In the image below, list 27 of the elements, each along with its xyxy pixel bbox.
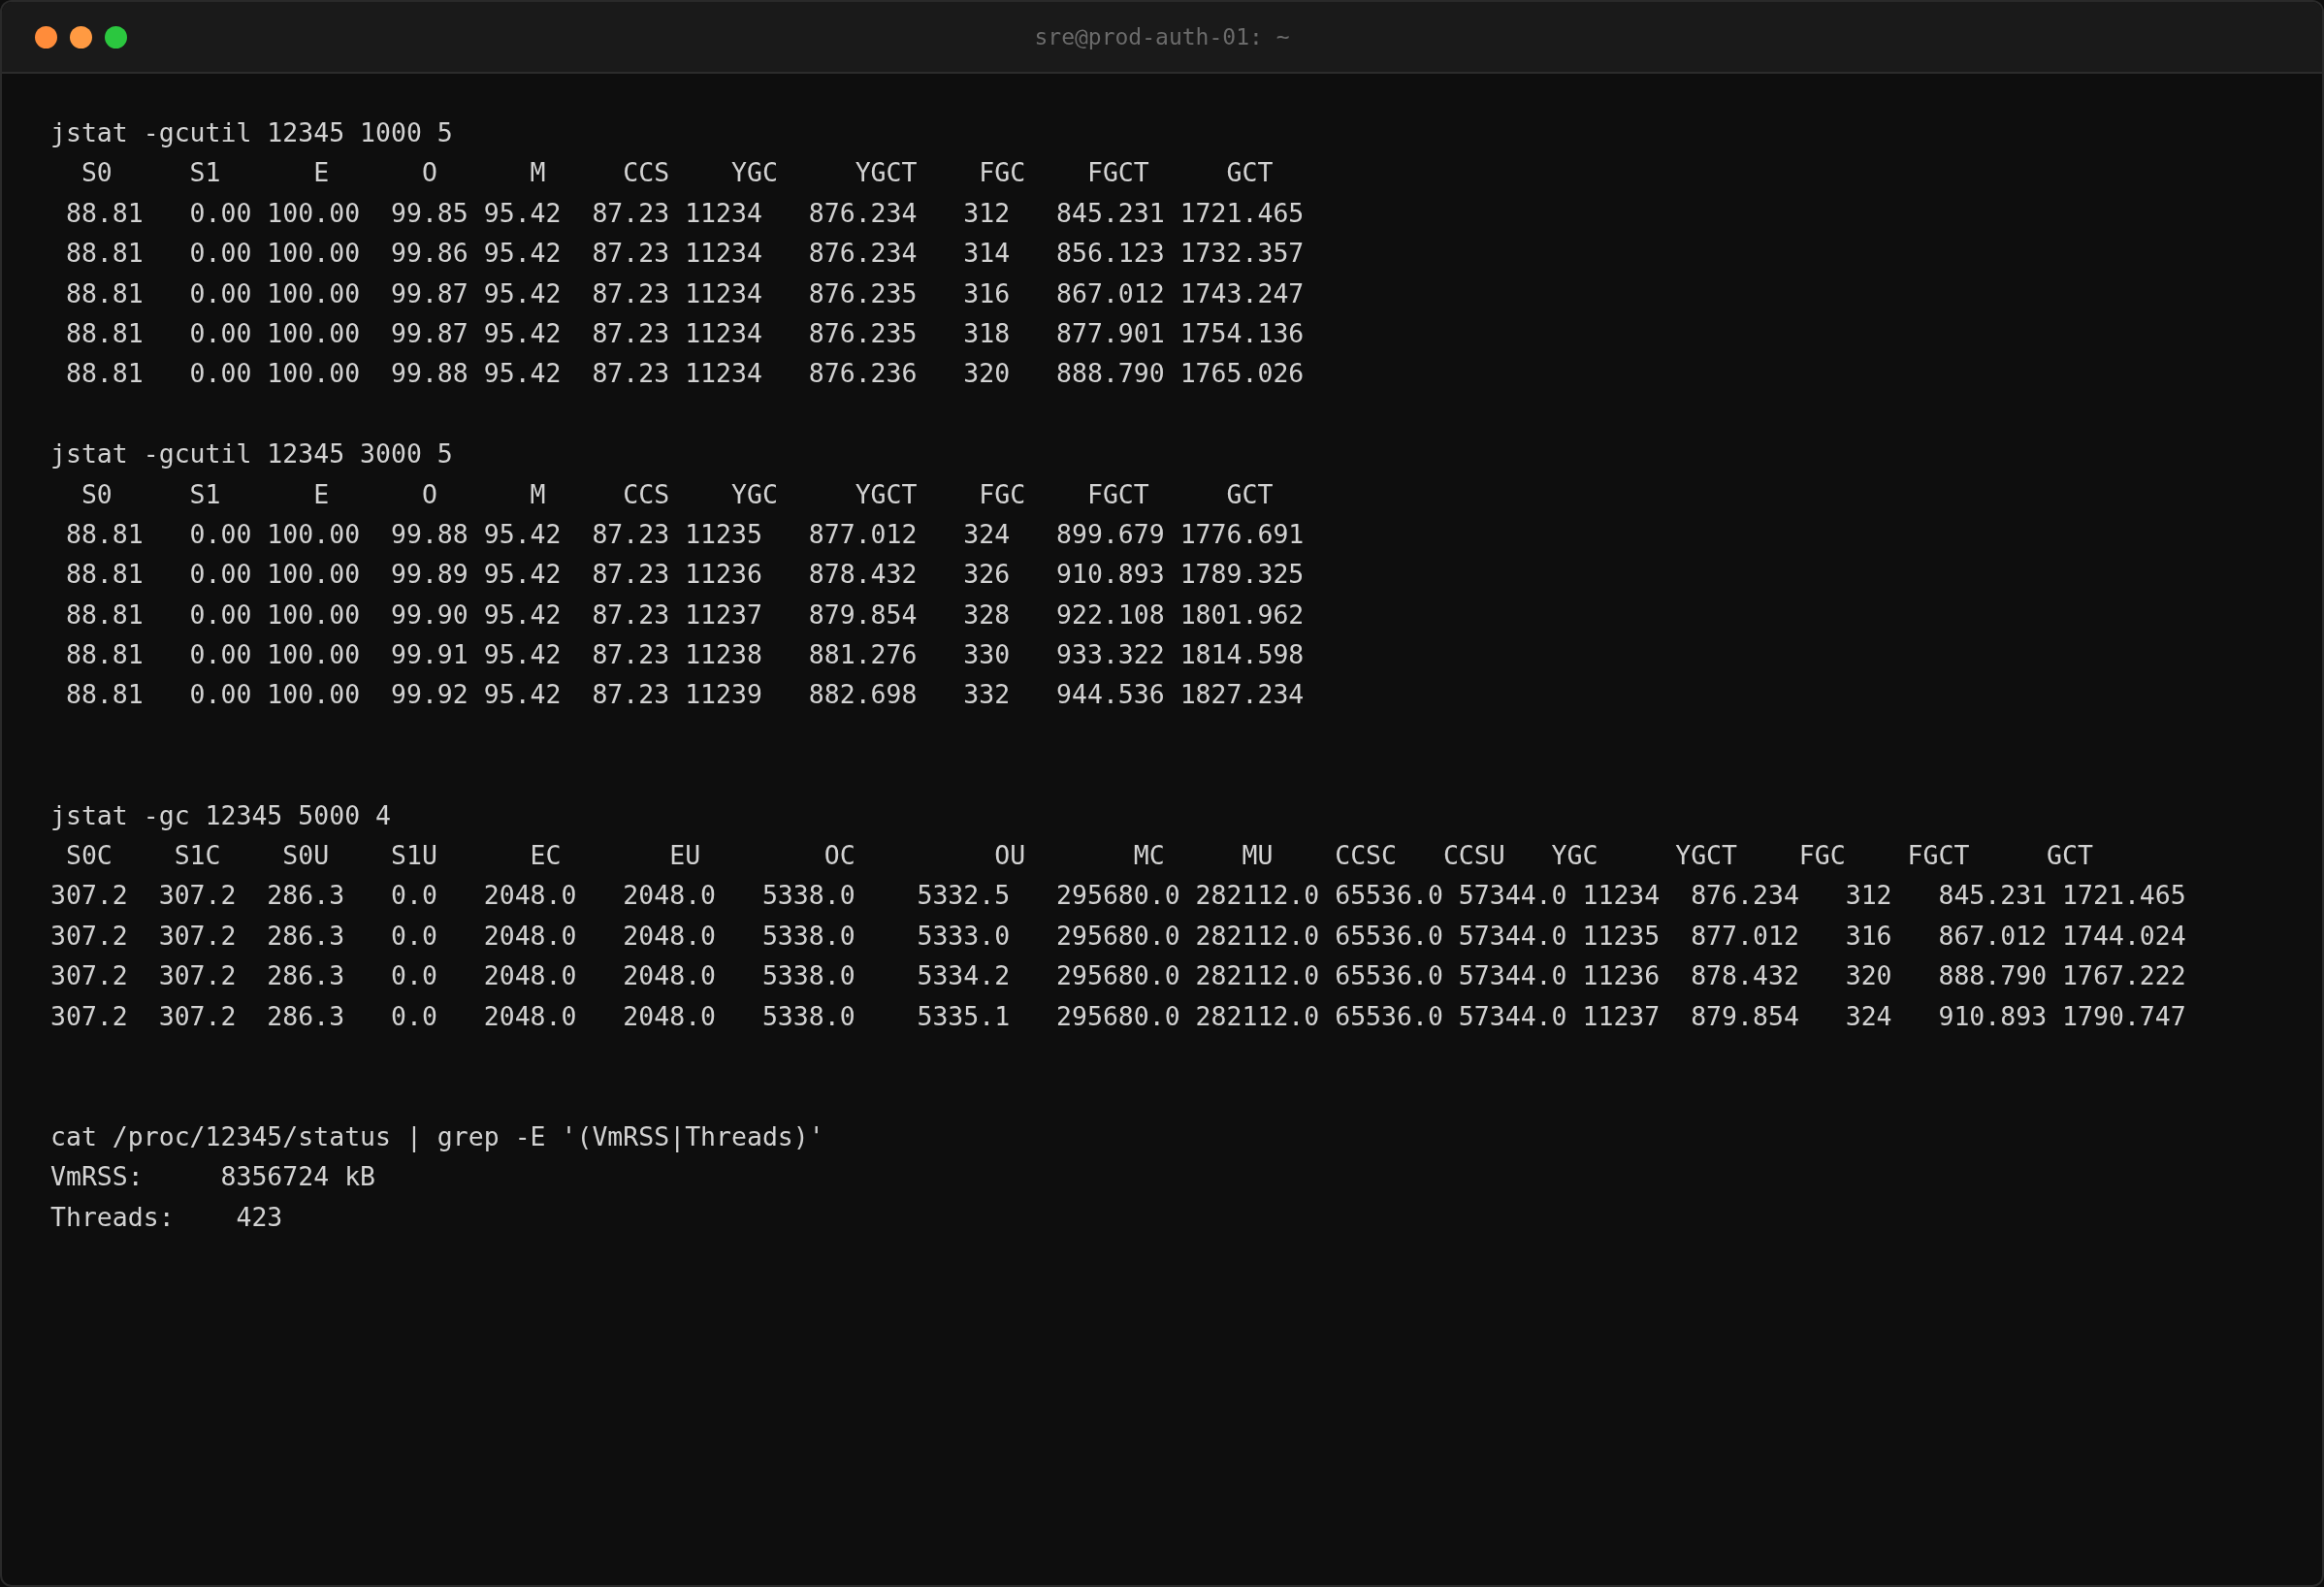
terminal-line: 88.81 0.00 100.00 99.87 95.42 87.23 11234 876.235 316 867.012 1743.247	[64, 276, 1305, 310]
terminal-line: S0 S1 E O M CCS YGC YGCT FGC FGCT GCT	[80, 156, 1274, 190]
terminal-line: 307.2 307.2 286.3 0.0 2048.0 2048.0 5338.0 5334.2 295680.0 282112.0 65536.0 57344.0 11236 878.432 320 888.790 1767.222	[50, 959, 2186, 993]
terminal-line: 307.2 307.2 286.3 0.0 2048.0 2048.0 5338.0 5335.1 295680.0 282112.0 65536.0 57344.0 11237 879.854 324 910.893 1790.747	[50, 999, 2186, 1033]
terminal-line: S0 S1 E O M CCS YGC YGCT FGC FGCT GCT	[80, 477, 1274, 511]
terminal-line: VmRSS: 8356724 kB	[50, 1160, 376, 1194]
terminal-line: 307.2 307.2 286.3 0.0 2048.0 2048.0 5338.0 5333.0 295680.0 282112.0 65536.0 57344.0 11235 877.012 316 867.012 1744.024	[50, 919, 2186, 953]
terminal-line: jstat -gcutil 12345 1000 5	[50, 116, 453, 149]
terminal-line: 88.81 0.00 100.00 99.85 95.42 87.23 11234 876.234 312 845.231 1721.465	[64, 196, 1305, 230]
minimize-button[interactable]	[70, 26, 92, 49]
terminal-line: 88.81 0.00 100.00 99.88 95.42 87.23 11234 876.236 320 888.790 1765.026	[64, 357, 1305, 391]
terminal-line: 88.81 0.00 100.00 99.92 95.42 87.23 11239 882.698 332 944.536 1827.234	[64, 678, 1305, 712]
terminal-line: Threads: 423	[50, 1200, 283, 1234]
terminal-line: 88.81 0.00 100.00 99.89 95.42 87.23 11236 878.432 326 910.893 1789.325	[64, 558, 1305, 592]
terminal-line: cat /proc/12345/status | grep -E '(VmRSS|Threads)'	[50, 1119, 824, 1154]
terminal-line: 88.81 0.00 100.00 99.88 95.42 87.23 11235 877.012 324 899.679 1776.691	[64, 517, 1305, 551]
close-button[interactable]	[35, 26, 57, 49]
terminal-line: 88.81 0.00 100.00 99.86 95.42 87.23 11234 876.234 314 856.123 1732.357	[64, 237, 1305, 271]
terminal-line: jstat -gc 12345 5000 4	[50, 798, 391, 832]
terminal-line: 307.2 307.2 286.3 0.0 2048.0 2048.0 5338.0 5332.5 295680.0 282112.0 65536.0 57344.0 11234 876.234 312 845.231 1721.465	[50, 879, 2186, 913]
terminal-line: 88.81 0.00 100.00 99.91 95.42 87.23 11238 881.276 330 933.322 1814.598	[64, 638, 1305, 672]
terminal-line: 88.81 0.00 100.00 99.87 95.42 87.23 11234 876.235 318 877.901 1754.136	[64, 316, 1305, 350]
terminal-line: 88.81 0.00 100.00 99.90 95.42 87.23 11237 879.854 328 922.108 1801.962	[64, 598, 1305, 632]
terminal-line: jstat -gcutil 12345 3000 5	[50, 437, 453, 471]
zoom-button[interactable]	[105, 26, 127, 49]
terminal-line: S0C S1C S0U S1U EC EU OC OU MC MU CCSC CCSU YGC YGCT FGC FGCT GCT	[64, 839, 2093, 873]
window-title: sre@prod-auth-01: ~	[1034, 24, 1290, 49]
